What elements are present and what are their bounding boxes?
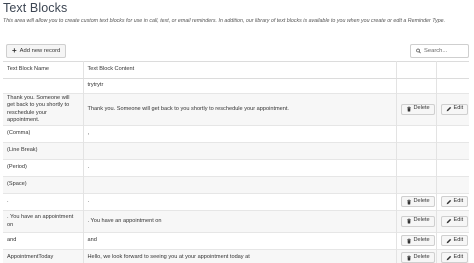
cell-edit: Edit bbox=[436, 232, 469, 250]
edit-button[interactable]: Edit bbox=[440, 252, 469, 263]
trash-icon bbox=[406, 106, 411, 112]
search-input[interactable] bbox=[424, 48, 468, 54]
cell-edit bbox=[436, 142, 469, 160]
edit-label: Edit bbox=[453, 197, 464, 204]
delete-label: Delete bbox=[413, 197, 430, 204]
cell-delete bbox=[396, 159, 437, 177]
page-description: This area will allow you to create custo… bbox=[3, 18, 446, 24]
table-row[interactable]: .. Delete Edit bbox=[3, 193, 469, 211]
trash-icon bbox=[406, 199, 411, 205]
cell-text-block-content: Thank you. Someone will get back to you … bbox=[83, 93, 397, 126]
cell-text-block-name: (Line Break) bbox=[3, 142, 84, 160]
cell-text-block-name: (Space) bbox=[3, 176, 84, 194]
delete-label: Delete bbox=[413, 236, 430, 243]
cell-text-block-name: (Comma) bbox=[3, 125, 84, 143]
cell-delete bbox=[396, 125, 437, 143]
cell-delete: Delete bbox=[396, 232, 437, 250]
cell-edit bbox=[436, 125, 469, 143]
edit-button[interactable]: Edit bbox=[440, 196, 469, 208]
pencil-icon bbox=[446, 106, 451, 112]
cell-text-block-content: Hello, we look forward to seeing you at … bbox=[83, 249, 397, 263]
cell-edit bbox=[436, 159, 469, 177]
grid-toolbar: + Add new record bbox=[3, 42, 469, 59]
column-header-content[interactable]: Text Block Content bbox=[83, 61, 397, 79]
edit-button[interactable]: Edit bbox=[440, 235, 469, 247]
delete-button[interactable]: Delete bbox=[400, 252, 435, 263]
trash-icon bbox=[406, 238, 411, 244]
cell-delete bbox=[396, 142, 437, 160]
cell-text-block-content: . bbox=[83, 159, 397, 177]
table-row[interactable]: (Period). bbox=[3, 159, 469, 177]
cell-text-block-content: . bbox=[83, 193, 397, 211]
table-row[interactable]: . You have an appointment on. You have a… bbox=[3, 210, 469, 233]
trash-icon bbox=[406, 255, 411, 261]
table-row[interactable]: AppointmentToday Hello, we look forward t… bbox=[3, 249, 469, 263]
table-row[interactable]: Thank you. Someone will get back to you … bbox=[3, 93, 469, 126]
cell-delete: Delete bbox=[396, 93, 437, 126]
trash-icon bbox=[406, 218, 411, 224]
cell-text-block-name: Thank you. Someone will get back to you … bbox=[3, 93, 84, 126]
table-row[interactable]: (Space) bbox=[3, 176, 469, 194]
search-box[interactable] bbox=[410, 44, 469, 58]
text-blocks-grid: Text Block Name Text Block Content trytr… bbox=[3, 61, 469, 263]
search-icon bbox=[416, 48, 421, 54]
edit-label: Edit bbox=[453, 217, 464, 224]
edit-button[interactable]: Edit bbox=[440, 103, 469, 115]
cell-text-block-content: and bbox=[83, 232, 397, 250]
table-row[interactable]: (Line Break) bbox=[3, 142, 469, 160]
delete-label: Delete bbox=[413, 105, 430, 112]
edit-label: Edit bbox=[453, 253, 464, 260]
cell-text-block-name: AppointmentToday bbox=[3, 249, 84, 263]
cell-edit: Edit bbox=[436, 93, 469, 126]
cell-text-block-name: (Period) bbox=[3, 159, 84, 177]
edit-button[interactable]: Edit bbox=[440, 215, 469, 227]
delete-button[interactable]: Delete bbox=[400, 196, 435, 208]
column-header-name[interactable]: Text Block Name bbox=[3, 61, 84, 79]
add-new-record-label: Add new record bbox=[19, 48, 61, 54]
cell-delete bbox=[396, 176, 437, 194]
cell-edit bbox=[436, 78, 469, 94]
cell-delete: Delete bbox=[396, 249, 437, 263]
cell-text-block-name: . You have an appointment on bbox=[3, 210, 84, 233]
column-header-delete bbox=[396, 61, 437, 79]
cell-edit: Edit bbox=[436, 210, 469, 233]
delete-button[interactable]: Delete bbox=[400, 215, 435, 227]
cell-delete: Delete bbox=[396, 210, 437, 233]
pencil-icon bbox=[446, 255, 451, 260]
cell-edit bbox=[436, 176, 469, 194]
table-row[interactable]: (Comma), bbox=[3, 125, 469, 143]
cell-text-block-content: , bbox=[83, 125, 397, 143]
cell-delete bbox=[396, 78, 437, 94]
delete-label: Delete bbox=[413, 217, 430, 224]
cell-text-block-content bbox=[83, 176, 397, 194]
cell-text-block-content bbox=[83, 142, 397, 160]
cell-edit: Edit bbox=[436, 193, 469, 211]
pencil-icon bbox=[446, 199, 451, 204]
grid-header-row: Text Block Name Text Block Content bbox=[3, 61, 469, 79]
cell-delete: Delete bbox=[396, 193, 437, 211]
cell-text-block-content: trytrytr bbox=[83, 78, 397, 94]
table-row[interactable]: and and Delete Edit bbox=[3, 232, 469, 250]
cell-edit: Edit bbox=[436, 249, 469, 263]
cell-text-block-name: and bbox=[3, 232, 84, 250]
add-new-record-button[interactable]: + Add new record bbox=[6, 44, 67, 58]
edit-label: Edit bbox=[453, 105, 464, 112]
edit-label: Edit bbox=[453, 236, 464, 243]
delete-button[interactable]: Delete bbox=[400, 235, 435, 247]
table-row[interactable]: trytrytr bbox=[3, 78, 469, 94]
cell-text-block-name bbox=[3, 78, 84, 94]
delete-button[interactable]: Delete bbox=[400, 103, 435, 115]
column-header-edit bbox=[436, 61, 469, 79]
plus-icon: + bbox=[12, 46, 17, 55]
pencil-icon bbox=[446, 218, 451, 224]
pencil-icon bbox=[446, 238, 451, 243]
delete-label: Delete bbox=[413, 253, 430, 260]
cell-text-block-name: . bbox=[3, 193, 84, 211]
page-title: Text Blocks bbox=[3, 1, 68, 15]
cell-text-block-content: . You have an appointment on bbox=[83, 210, 397, 233]
